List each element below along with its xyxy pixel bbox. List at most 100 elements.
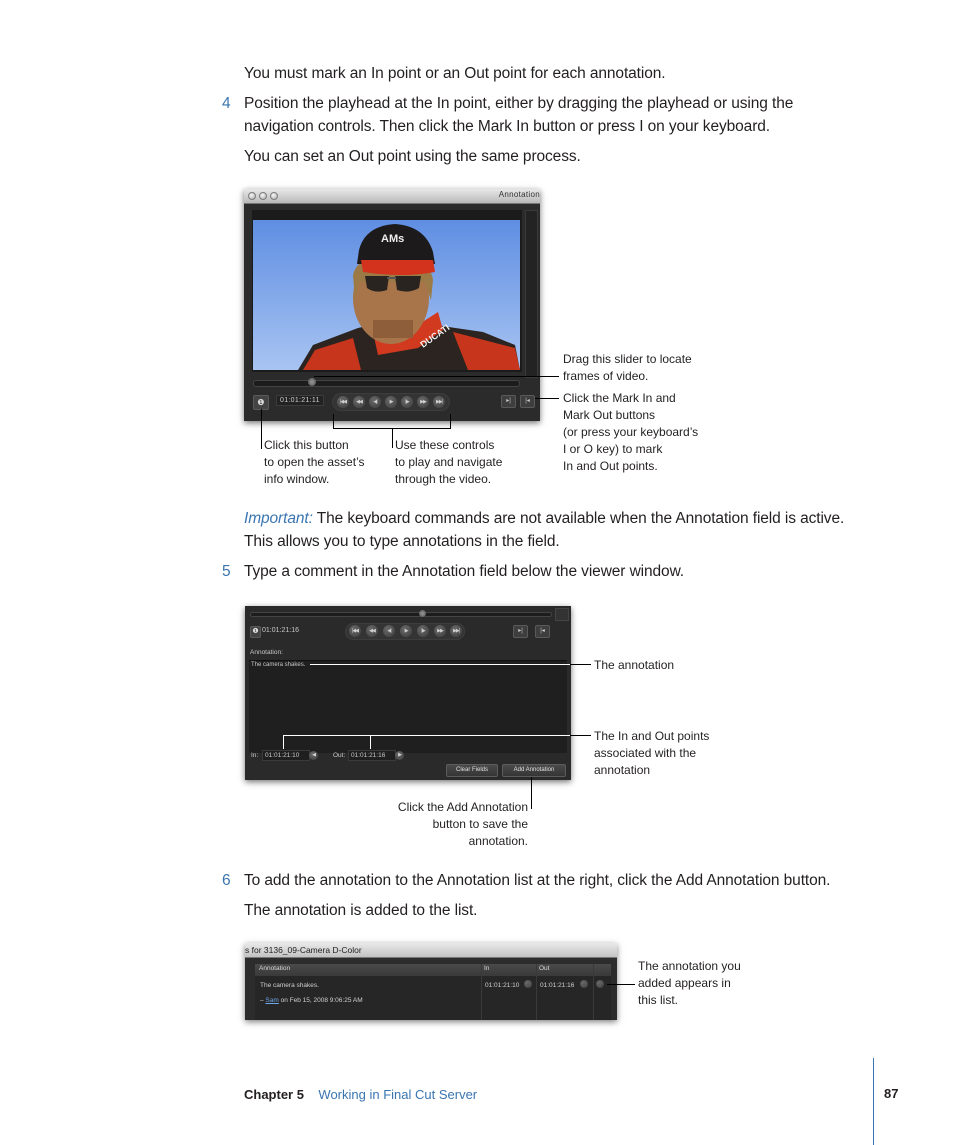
column-divider: [536, 964, 537, 1020]
rewind-button[interactable]: ◀◀: [353, 396, 365, 408]
callout-inout-line-3: annotation: [594, 763, 651, 777]
step-back-button[interactable]: ◀|: [369, 396, 381, 408]
callout-add-line-2: button to save the: [432, 817, 528, 831]
step-forward-icon: |▶: [421, 628, 425, 634]
step-5-text: Type a comment in the Annotation field b…: [244, 563, 685, 580]
step-forward-button[interactable]: |▶: [417, 625, 429, 637]
callout-line-inout: [570, 735, 591, 736]
in-field[interactable]: 01:01:21:10: [262, 750, 310, 761]
side-panel: [525, 210, 538, 378]
step-4-line-2: navigation controls. Then click the Mark…: [244, 118, 770, 135]
rewind-icon: ◀◀: [369, 628, 376, 634]
clear-fields-button[interactable]: Clear Fields: [446, 764, 498, 777]
callout-list-line-2: added appears in: [638, 976, 731, 990]
callout-inout-line-2: associated with the: [594, 746, 697, 760]
skip-forward-icon: ▶▶|: [453, 628, 460, 634]
callout-controls-line-3: through the video.: [395, 472, 492, 486]
step-forward-icon: |▶: [405, 399, 409, 405]
callout-slider: Drag this slider to locate frames of vid…: [563, 351, 692, 385]
playhead-slider-2[interactable]: [250, 610, 552, 617]
info-icon: ❶: [252, 628, 259, 635]
callout-line-info: [261, 409, 262, 449]
callout-inout-line-1: The In and Out points: [594, 729, 710, 743]
author-link[interactable]: Sam: [265, 997, 278, 1004]
mark-in-button-2[interactable]: ▸|: [513, 625, 528, 638]
play-button[interactable]: ▶: [400, 625, 412, 637]
step-forward-button[interactable]: |▶: [401, 396, 413, 408]
go-to-in-button[interactable]: [524, 980, 532, 988]
mark-in-icon: ▸|: [506, 398, 511, 404]
go-to-out-button[interactable]: ▶: [395, 751, 404, 760]
skip-back-icon: |◀◀: [352, 628, 359, 634]
mark-out-icon: |◂: [525, 398, 530, 404]
step-6-text: To add the annotation to the Annotation …: [244, 872, 831, 889]
column-header-annotation[interactable]: Annotation: [259, 965, 290, 972]
callout-annotation-list: The annotation you added appears in this…: [638, 958, 741, 1009]
paragraph-out-point: You can set an Out point using the same …: [244, 148, 581, 165]
mark-in-button[interactable]: ▸|: [501, 395, 516, 408]
callout-mark-line-2: Mark Out buttons: [563, 408, 656, 422]
important-note: Important: The keyboard commands are not…: [244, 507, 844, 553]
callout-line-annotation: [570, 664, 591, 665]
rewind-button[interactable]: ◀◀: [366, 625, 378, 637]
go-to-start-button[interactable]: |◀◀: [337, 396, 349, 408]
delete-annotation-button[interactable]: [596, 980, 604, 988]
go-to-out-button[interactable]: [580, 980, 588, 988]
playhead-knob[interactable]: [308, 378, 317, 386]
callout-line-inout-white: [283, 735, 570, 736]
corner-box: [555, 608, 569, 621]
annotation-field[interactable]: The camera shakes.: [249, 660, 567, 753]
callout-add-annotation: Click the Add Annotation button to save …: [398, 799, 528, 850]
paragraph-mark-requirement: You must mark an In point or an Out poin…: [244, 65, 666, 82]
footer-chapter: Chapter 5: [244, 1087, 304, 1102]
add-annotation-button[interactable]: Add Annotation: [502, 764, 566, 777]
callout-line-list: [607, 984, 635, 985]
go-to-in-button[interactable]: ◀: [309, 751, 318, 760]
rider-portrait-image: AMs DUCATI: [253, 220, 520, 370]
go-to-end-button[interactable]: ▶▶|: [433, 396, 445, 408]
info-button[interactable]: ❶: [253, 395, 269, 410]
out-cell: 01:01:21:16: [540, 982, 575, 989]
callout-line-add: [531, 777, 532, 809]
go-to-end-button[interactable]: ▶▶|: [450, 625, 462, 637]
video-frame-image: AMs DUCATI: [253, 220, 520, 370]
fast-forward-button[interactable]: ▶▶: [434, 625, 446, 637]
annotation-list-title: s for 3136_09-Camera D-Color: [245, 943, 617, 958]
out-field[interactable]: 01:01:21:16: [348, 750, 396, 761]
column-header-in[interactable]: In: [484, 965, 489, 972]
callout-transport: Use these controls to play and navigate …: [395, 437, 502, 488]
column-divider: [481, 964, 482, 1020]
callout-bracket-right: [450, 414, 451, 429]
play-button[interactable]: ▶: [385, 396, 397, 408]
playhead-slider[interactable]: [253, 378, 520, 387]
callout-mark-line-5: In and Out points.: [563, 459, 658, 473]
zoom-window-button[interactable]: [270, 192, 278, 200]
annotation-list-table: Annotation In Out The camera shakes. – S…: [255, 964, 611, 1020]
step-4-line-1: Position the playhead at the In point, e…: [244, 95, 794, 112]
transport-controls-2: |◀◀ ◀◀ ◀| ▶ |▶ ▶▶ ▶▶|: [345, 623, 465, 640]
fast-forward-button[interactable]: ▶▶: [417, 396, 429, 408]
info-icon: ❶: [257, 398, 265, 407]
page-footer: Chapter 5 Working in Final Cut Server: [244, 1086, 477, 1104]
fast-forward-icon: ▶▶: [437, 628, 444, 634]
mark-out-button[interactable]: |◂: [520, 395, 535, 408]
callout-line-slider: [314, 376, 559, 377]
close-window-button[interactable]: [248, 192, 256, 200]
step-back-icon: ◀|: [387, 628, 391, 634]
go-to-in-icon: ◀: [312, 752, 316, 758]
callout-mark-line-3: (or press your keyboard’s: [563, 425, 699, 439]
minimize-window-button[interactable]: [259, 192, 267, 200]
annotation-list-window: s for 3136_09-Camera D-Color Annotation …: [245, 943, 617, 1020]
callout-slider-line-2: frames of video.: [563, 369, 649, 383]
mark-out-button-2[interactable]: |◂: [535, 625, 550, 638]
step-back-button[interactable]: ◀|: [383, 625, 395, 637]
transport-controls: |◀◀ ◀◀ ◀| ▶ |▶ ▶▶ ▶▶|: [332, 393, 450, 411]
callout-list-line-1: The annotation you: [638, 959, 741, 973]
playhead-knob-2[interactable]: [419, 610, 426, 617]
svg-text:AMs: AMs: [381, 233, 404, 245]
callout-controls-line-2: to play and navigate: [395, 455, 503, 469]
callout-mark-line-4: I or O key) to mark: [563, 442, 663, 456]
column-header-out[interactable]: Out: [539, 965, 549, 972]
go-to-start-button[interactable]: |◀◀: [349, 625, 361, 637]
info-button-2[interactable]: ❶: [250, 626, 261, 638]
